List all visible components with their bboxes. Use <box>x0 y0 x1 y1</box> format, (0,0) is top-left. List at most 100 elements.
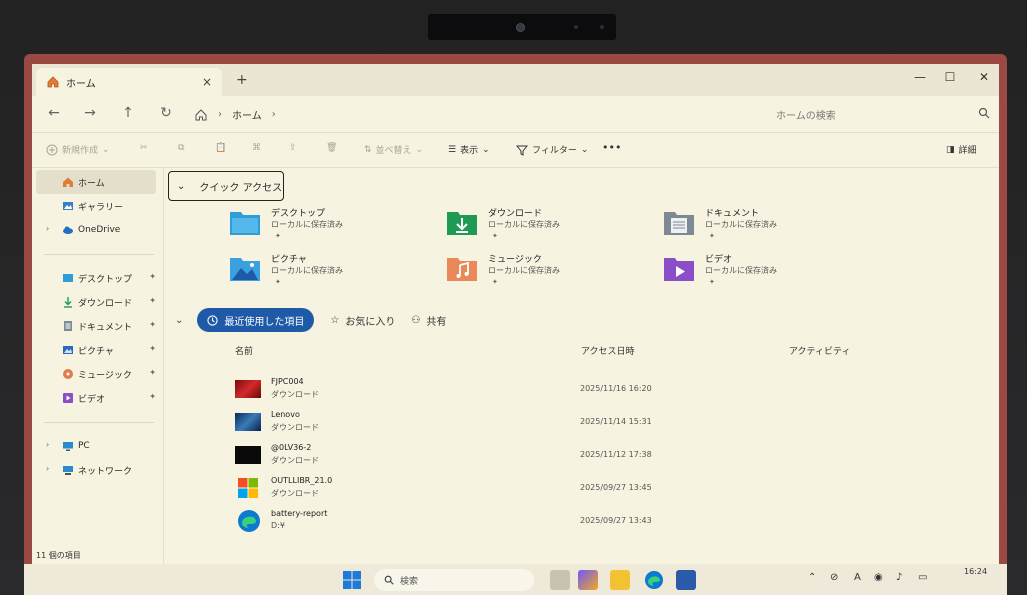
installer-icon <box>238 478 258 498</box>
plus-circle-icon <box>46 144 58 155</box>
start-icon[interactable] <box>342 570 362 590</box>
sidebar-item-documents[interactable]: ドキュメント ✦ <box>36 314 156 338</box>
column-header-accessed[interactable]: アクセス日時 <box>581 344 635 357</box>
sidebar-item-label: ダウンロード <box>78 298 133 309</box>
refresh-button[interactable]: ↻ <box>156 105 176 121</box>
chevron-up-icon[interactable]: ⌃ <box>808 572 816 583</box>
sidebar-item-label: ミュージック <box>78 370 132 381</box>
table-row[interactable]: @0LV36-2 ダウンロード 2025/11/12 17:38 <box>225 440 985 470</box>
up-button[interactable]: ↑ <box>118 105 138 121</box>
view-button[interactable]: ☰ 表示 ⌄ <box>448 143 490 157</box>
table-row[interactable]: FJPC004 ダウンロード 2025/11/16 16:20 <box>225 374 985 404</box>
copy-icon[interactable]: ⧉ <box>178 143 184 153</box>
pin-icon: ✦ <box>492 232 498 240</box>
sidebar-item-downloads[interactable]: ダウンロード ✦ <box>36 290 156 314</box>
screen: ホーム × + — ☐ ✕ ← → ↑ ↻ › ホーム › ホームの検索 新規作… <box>24 54 1007 595</box>
forward-button[interactable]: → <box>80 105 100 121</box>
search-input[interactable]: ホームの検索 <box>766 102 996 126</box>
battery-icon[interactable]: ▭ <box>918 572 927 583</box>
sidebar-item-music[interactable]: ミュージック ✦ <box>36 362 156 386</box>
share-icon[interactable]: ⇪ <box>289 143 297 153</box>
sidebar-item-onedrive[interactable]: › OneDrive <box>36 218 156 242</box>
close-window-button[interactable]: ✕ <box>972 70 996 84</box>
chevron-down-icon: ⌄ <box>177 180 186 192</box>
quick-access-name: ドキュメント <box>705 209 760 219</box>
delete-icon[interactable]: 🗑 <box>326 143 337 153</box>
tab-recent[interactable]: 最近使用した項目 <box>197 308 315 332</box>
font-icon[interactable]: A <box>854 572 861 583</box>
music-icon <box>63 369 73 379</box>
chevron-down-icon: ⌄ <box>482 144 490 155</box>
file-explorer-icon[interactable] <box>610 570 630 590</box>
tray-icon[interactable]: ⊘ <box>830 572 838 583</box>
sidebar-item-desktop[interactable]: デスクトップ ✦ <box>36 266 156 290</box>
maximize-button[interactable]: ☐ <box>938 70 962 84</box>
wifi-icon[interactable]: ◉ <box>874 572 883 583</box>
taskbar: 検索 ⌃ ⊘ A ◉ ♪ ▭ 16:24 <box>24 564 1007 595</box>
quick-access-music[interactable]: ミュージック ローカルに保存済み ✦ <box>446 252 626 292</box>
quick-access-desktop[interactable]: デスクトップ ローカルに保存済み ✦ <box>229 206 409 246</box>
sidebar-item-pictures[interactable]: ピクチャ ✦ <box>36 338 156 362</box>
sidebar-divider <box>44 422 154 423</box>
breadcrumb-item-home[interactable]: ホーム <box>232 107 262 122</box>
filter-button[interactable]: フィルター ⌄ <box>516 143 588 156</box>
tab-shared[interactable]: ⚇ 共有 <box>411 313 446 328</box>
quick-access-status: ローカルに保存済み <box>705 266 777 275</box>
pc-icon <box>63 442 73 451</box>
pin-icon: ✦ <box>149 392 156 401</box>
quick-access-downloads[interactable]: ダウンロード ローカルに保存済み ✦ <box>446 206 626 246</box>
edge-icon <box>238 510 260 532</box>
quick-access-status: ローカルに保存済み <box>488 266 560 275</box>
sort-button[interactable]: ⇅ 並べ替え ⌄ <box>364 143 423 157</box>
tab-shared-label: 共有 <box>426 316 447 328</box>
copilot-icon[interactable] <box>578 570 598 590</box>
home-icon <box>63 177 73 187</box>
store-icon[interactable] <box>676 570 696 590</box>
sidebar-item-gallery[interactable]: ギャラリー <box>36 194 156 218</box>
chevron-right-icon[interactable]: › <box>46 224 49 233</box>
tab-home[interactable]: ホーム × <box>36 68 222 96</box>
chevron-right-icon[interactable]: › <box>46 464 49 473</box>
chevron-down-icon[interactable]: ⌄ <box>175 315 183 326</box>
quick-access-pictures[interactable]: ピクチャ ローカルに保存済み ✦ <box>229 252 409 292</box>
new-button[interactable]: 新規作成 ⌄ <box>46 143 110 156</box>
task-view-icon[interactable] <box>550 570 570 590</box>
tab-favorites[interactable]: ☆ お気に入り <box>330 313 395 328</box>
column-header-activity[interactable]: アクティビティ <box>789 344 850 357</box>
sidebar-item-pc[interactable]: › PC <box>36 434 156 458</box>
table-row[interactable]: battery-report D:¥ 2025/09/27 13:43 <box>225 506 985 536</box>
red-image-thumb <box>235 380 261 398</box>
sensor-dot <box>600 25 604 29</box>
column-header-name[interactable]: 名前 <box>235 344 253 357</box>
cut-icon[interactable]: ✂ <box>140 143 148 153</box>
sidebar-item-network[interactable]: › ネットワーク <box>36 458 156 482</box>
taskbar-search[interactable]: 検索 <box>374 569 534 591</box>
edge-icon[interactable] <box>644 570 664 590</box>
table-row[interactable]: OUTLLIBR_21.0 ダウンロード 2025/09/27 13:45 <box>225 473 985 503</box>
view-icon: ☰ <box>448 144 457 155</box>
sidebar-item-label: ギャラリー <box>78 202 124 213</box>
search-placeholder: ホームの検索 <box>776 111 836 122</box>
close-tab-button[interactable]: × <box>202 75 212 89</box>
volume-icon[interactable]: ♪ <box>896 572 902 583</box>
taskbar-clock[interactable]: 16:24 <box>964 567 987 576</box>
chevron-right-icon[interactable]: › <box>46 440 49 449</box>
details-pane-button[interactable]: ◨ 詳細 <box>946 143 977 157</box>
back-button[interactable]: ← <box>44 105 64 121</box>
sensor-dot <box>574 25 578 29</box>
more-options-button[interactable]: ••• <box>602 141 621 154</box>
sidebar-item-videos[interactable]: ビデオ ✦ <box>36 386 156 410</box>
title-bar: ホーム × + — ☐ ✕ <box>32 64 999 96</box>
new-tab-button[interactable]: + <box>236 72 248 88</box>
quick-access-documents[interactable]: ドキュメント ローカルに保存済み ✦ <box>663 206 843 246</box>
quick-access-videos[interactable]: ビデオ ローカルに保存済み ✦ <box>663 252 843 292</box>
rename-icon[interactable]: ⌘ <box>252 143 261 153</box>
quick-access-header[interactable]: ⌄ クイック アクセス <box>168 171 284 201</box>
file-location: D:¥ <box>271 521 285 530</box>
breadcrumb[interactable]: › ホーム › <box>194 107 286 122</box>
minimize-button[interactable]: — <box>908 70 932 84</box>
table-row[interactable]: Lenovo ダウンロード 2025/11/14 15:31 <box>225 407 985 437</box>
download-icon <box>64 297 72 308</box>
paste-icon[interactable]: 📋 <box>215 143 226 153</box>
sidebar-item-home[interactable]: ホーム <box>36 170 156 194</box>
